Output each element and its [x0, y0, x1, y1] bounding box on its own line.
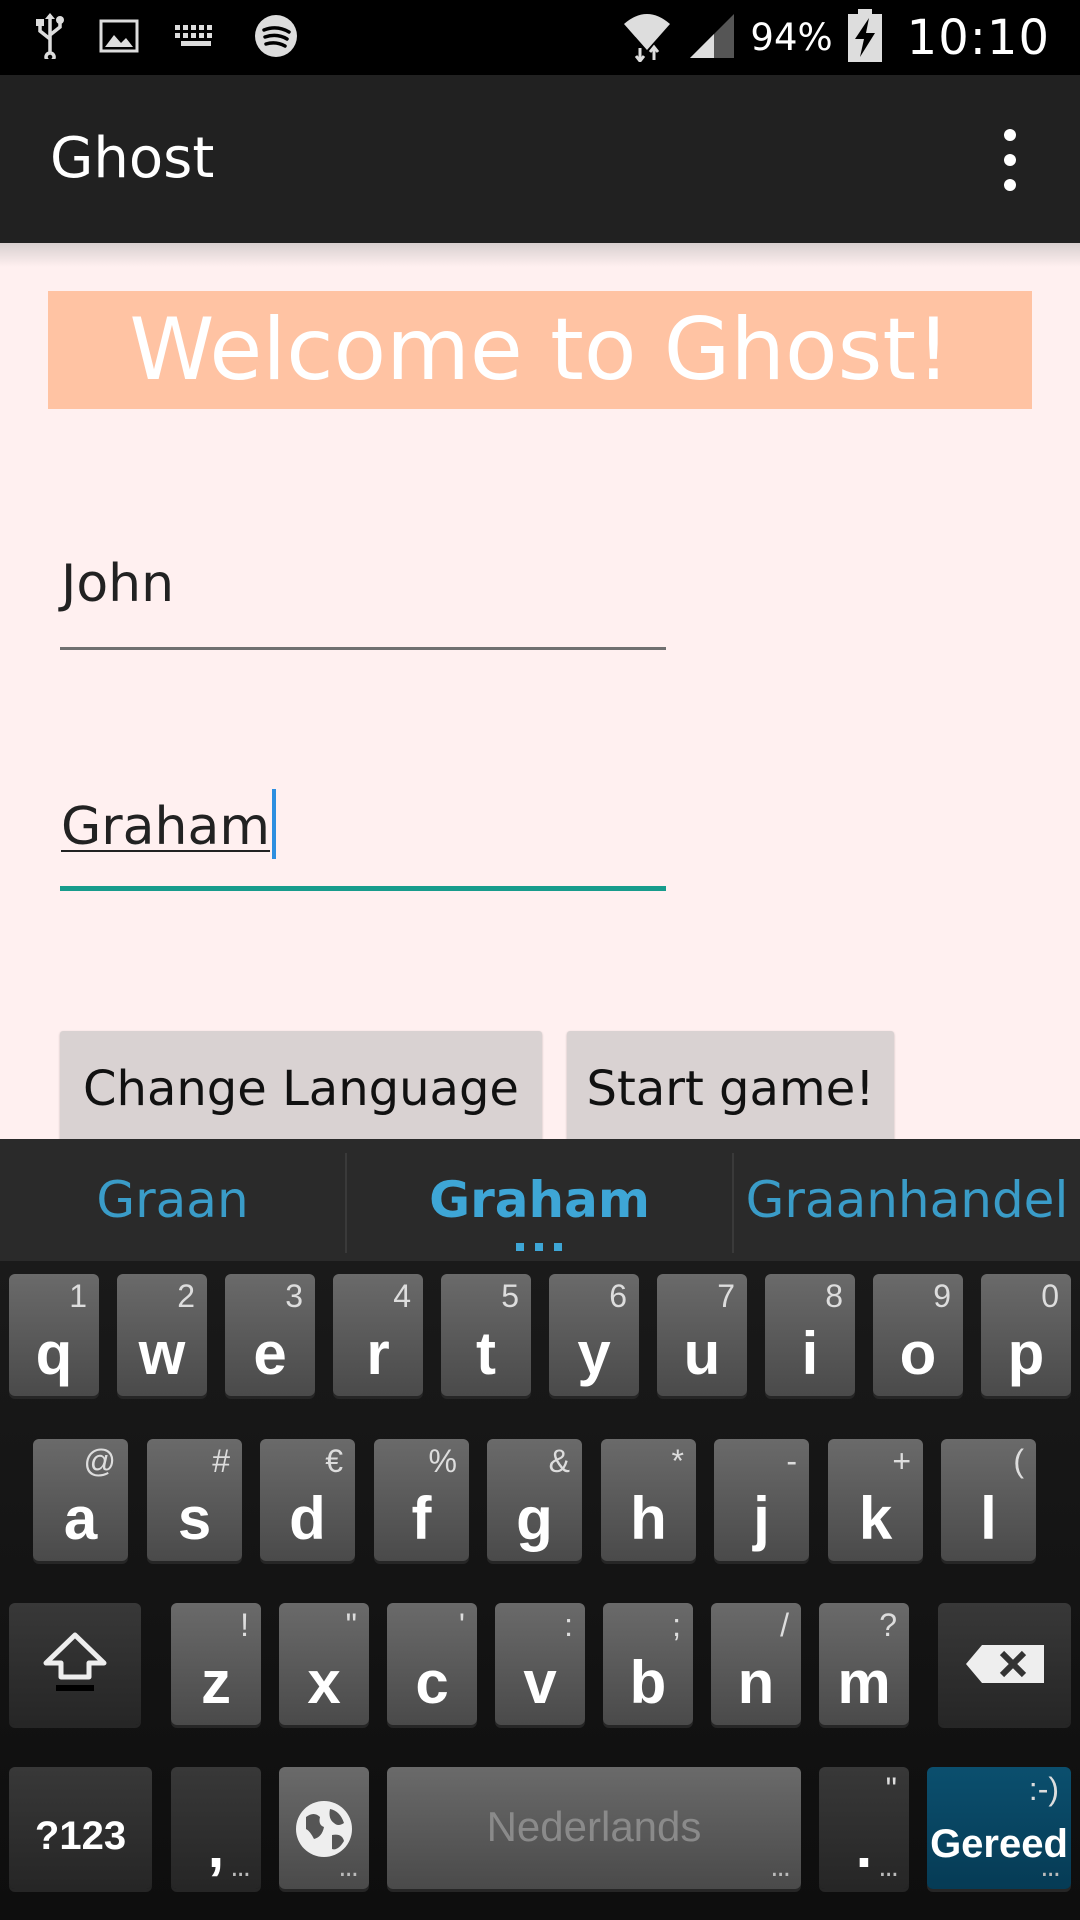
globe-icon [296, 1801, 352, 1857]
key-s[interactable]: # s [147, 1439, 242, 1561]
key-e[interactable]: 3e [225, 1274, 315, 1396]
shift-icon [43, 1632, 107, 1691]
key-p[interactable]: 0p [981, 1274, 1071, 1396]
shift-key[interactable] [9, 1603, 141, 1725]
key-x[interactable]: " x [279, 1603, 369, 1725]
language-key[interactable]: ... [279, 1767, 369, 1889]
key-y[interactable]: 6y [549, 1274, 639, 1396]
notification-icons [35, 10, 299, 65]
keyboard-icon [173, 23, 219, 53]
key-d[interactable]: € d [260, 1439, 355, 1561]
status-right: 94% 10:10 [620, 0, 1050, 75]
comma-key[interactable]: ,... [171, 1767, 261, 1889]
wifi-icon [620, 10, 674, 66]
key-w[interactable]: 2w [117, 1274, 207, 1396]
done-key[interactable]: :-) Gereed... [927, 1767, 1071, 1889]
soft-keyboard: Graan Graham Graanhandel 1q 2w 3e 4r 5t … [0, 1139, 1080, 1920]
clock: 10:10 [906, 9, 1050, 66]
period-key[interactable]: ".... [819, 1767, 909, 1889]
player2-name-value: Graham [61, 797, 271, 857]
action-bar-shadow [0, 243, 1080, 267]
battery-percent: 94% [750, 16, 833, 59]
key-b[interactable]: ; b [603, 1603, 693, 1725]
start-game-button[interactable]: Start game! [567, 1031, 894, 1139]
battery-charging-icon [847, 8, 883, 67]
key-a[interactable]: @ a [33, 1439, 128, 1561]
key-l[interactable]: (l [941, 1439, 1036, 1561]
symbols-key[interactable]: ?123 [9, 1767, 152, 1889]
key-t[interactable]: 5t [441, 1274, 531, 1396]
usb-icon [35, 12, 65, 63]
status-bar: 94% 10:10 [0, 0, 1080, 75]
suggestion-strip: Graan Graham Graanhandel [0, 1139, 1080, 1261]
signal-icon [688, 12, 736, 64]
action-bar: Ghost [0, 75, 1080, 243]
key-q[interactable]: 1q [9, 1274, 99, 1396]
key-m[interactable]: ? m [819, 1603, 909, 1725]
key-z[interactable]: ! z [171, 1603, 261, 1725]
suggestion-1[interactable]: Graan [0, 1139, 345, 1261]
key-v[interactable]: :v [495, 1603, 585, 1725]
key-o[interactable]: 9o [873, 1274, 963, 1396]
player1-name-input[interactable]: John [60, 540, 666, 650]
player2-name-input[interactable]: Graham [60, 781, 666, 891]
suggestion-3[interactable]: Graanhandel [734, 1139, 1080, 1261]
key-j[interactable]: -j [714, 1439, 809, 1561]
main-content: Welcome to Ghost! John Graham Change Lan… [0, 243, 1080, 1139]
key-n[interactable]: / n [711, 1603, 801, 1725]
more-suggestions-icon [516, 1243, 562, 1251]
welcome-banner: Welcome to Ghost! [48, 291, 1032, 409]
backspace-key[interactable] [938, 1603, 1071, 1725]
change-language-button[interactable]: Change Language [60, 1031, 542, 1139]
overflow-menu-icon[interactable] [985, 125, 1035, 195]
space-key[interactable]: Nederlands... [387, 1767, 801, 1889]
key-f[interactable]: % f [374, 1439, 469, 1561]
key-u[interactable]: 7u [657, 1274, 747, 1396]
key-g[interactable]: & g [487, 1439, 582, 1561]
key-k[interactable]: + k [828, 1439, 923, 1561]
key-h[interactable]: * h [601, 1439, 696, 1561]
image-icon [99, 19, 139, 57]
key-r[interactable]: 4r [333, 1274, 423, 1396]
player1-name-value: John [61, 554, 175, 614]
key-c[interactable]: ' c [387, 1603, 477, 1725]
backspace-icon [966, 1645, 1044, 1683]
key-i[interactable]: 8i [765, 1274, 855, 1396]
spotify-icon [253, 13, 299, 63]
app-title: Ghost [50, 126, 215, 191]
text-cursor [272, 789, 277, 859]
